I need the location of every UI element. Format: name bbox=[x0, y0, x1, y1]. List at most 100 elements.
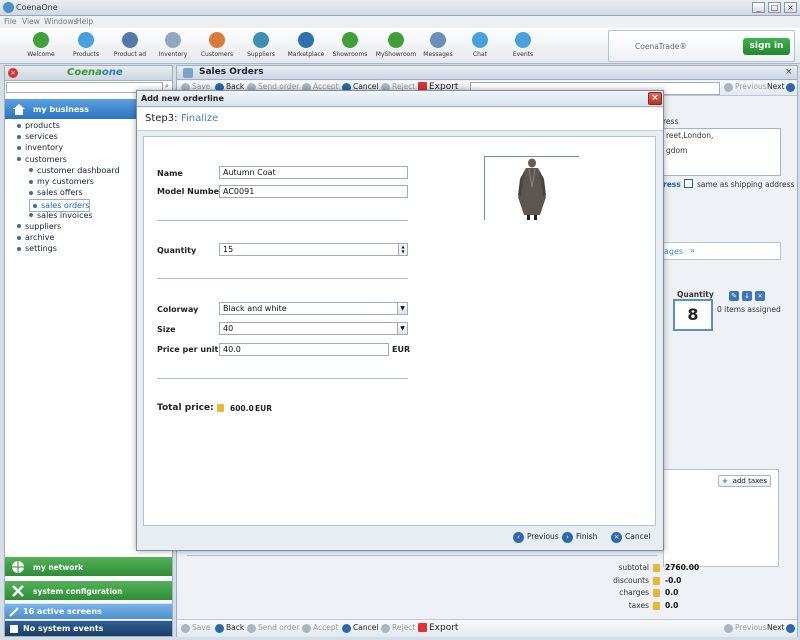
chat-icon bbox=[472, 32, 488, 48]
next-button[interactable]: Next bbox=[767, 82, 797, 94]
previous-button[interactable]: Previous bbox=[724, 82, 767, 94]
tree-item-label: archive bbox=[25, 233, 55, 242]
minimize-button[interactable]: _ bbox=[752, 2, 765, 13]
tab-more-icon[interactable]: » bbox=[690, 246, 695, 255]
next-button-bottom[interactable]: Next bbox=[767, 623, 797, 635]
toolbar-chat-button[interactable]: Chat bbox=[457, 28, 503, 64]
model-number-field[interactable]: AC0091 bbox=[219, 185, 408, 198]
app-icon bbox=[3, 2, 14, 13]
sales-orders-icon bbox=[183, 68, 193, 78]
name-field[interactable]: Autumn Coat bbox=[219, 166, 408, 179]
toolbar-welcome-button[interactable]: Welcome bbox=[18, 28, 64, 64]
finish-button[interactable]: › Finish bbox=[562, 529, 597, 544]
tree-item-sales-invoices[interactable]: sales invoices bbox=[29, 211, 93, 220]
system-events-bar[interactable]: No system events bbox=[5, 620, 172, 636]
toolbar-showrooms-button[interactable]: Showrooms bbox=[327, 28, 373, 64]
quantity-stepper[interactable]: 15 ▲ ▼ bbox=[219, 243, 408, 256]
menu-windows[interactable]: Windows bbox=[44, 17, 77, 26]
system-configuration-button[interactable]: system configuration bbox=[5, 580, 172, 600]
toolbar-customers-button[interactable]: Customers bbox=[194, 28, 240, 64]
tree-item-customers[interactable]: customers bbox=[17, 155, 67, 164]
globe-icon bbox=[12, 561, 24, 573]
next-icon bbox=[786, 623, 796, 633]
pdf-icon bbox=[418, 623, 427, 632]
previous-button-bottom[interactable]: Previous bbox=[724, 623, 767, 635]
coins-icon bbox=[217, 404, 224, 412]
toolbar-myshowroom-button[interactable]: MyShowroom bbox=[373, 28, 419, 64]
tree-item-services[interactable]: services bbox=[17, 132, 58, 141]
screens-icon bbox=[9, 607, 19, 617]
sign-in-button[interactable]: sign in bbox=[743, 38, 790, 55]
tree-item-suppliers[interactable]: suppliers bbox=[17, 222, 61, 231]
export-button-bottom[interactable]: Export bbox=[418, 623, 458, 635]
tree-item-sales-offers[interactable]: sales offers bbox=[29, 188, 83, 197]
tree-item-archive[interactable]: archive bbox=[17, 233, 54, 242]
spinner-arrows-icon[interactable]: ▲ ▼ bbox=[398, 244, 407, 255]
dialog-close-button[interactable]: × bbox=[648, 92, 662, 105]
tree-item-inventory[interactable]: inventory bbox=[17, 143, 63, 152]
colorway-select[interactable]: Black and white ▼ bbox=[219, 302, 408, 315]
toolbar-label: Marketplace bbox=[287, 51, 325, 58]
price-per-unit-field[interactable]: 40.0 bbox=[219, 343, 389, 356]
total-price-label: Total price: bbox=[157, 403, 214, 413]
toolbar-product-ad-button[interactable]: Product ad bbox=[107, 28, 153, 64]
save-button-bottom[interactable]: Save bbox=[181, 623, 210, 635]
events-status-icon bbox=[10, 625, 18, 633]
same-shipping-checkbox[interactable] bbox=[684, 179, 693, 188]
my-business-label: my business bbox=[33, 105, 89, 114]
toolbar-suppliers-button[interactable]: Suppliers bbox=[238, 28, 284, 64]
bullet-icon bbox=[33, 203, 37, 208]
menu-help[interactable]: Help bbox=[76, 17, 93, 26]
move-down-icon[interactable]: ↓ bbox=[742, 291, 752, 301]
dialog-previous-button[interactable]: ‹ Previous bbox=[513, 529, 559, 544]
system-configuration-label: system configuration bbox=[33, 587, 123, 596]
chevron-down-icon: ▼ bbox=[397, 303, 407, 314]
active-screens-bar[interactable]: 16 active screens bbox=[5, 603, 172, 619]
toolbar-products-button[interactable]: Products bbox=[63, 28, 109, 64]
back-button-bottom[interactable]: Back bbox=[215, 623, 244, 635]
tab-packages[interactable]: ages bbox=[664, 247, 683, 256]
cancel-button-bottom[interactable]: Cancel bbox=[342, 623, 378, 635]
coins-icon bbox=[653, 564, 660, 572]
tree-item-settings[interactable]: settings bbox=[17, 244, 57, 253]
accept-button-bottom[interactable]: Accept bbox=[302, 623, 339, 635]
close-panel-icon[interactable]: × bbox=[785, 67, 793, 77]
tree-item-label: settings bbox=[25, 244, 57, 254]
step-name: Finalize bbox=[181, 113, 219, 124]
address-box[interactable]: reet,London, gdom bbox=[663, 128, 781, 176]
reject-button-bottom[interactable]: Reject bbox=[381, 623, 415, 635]
edit-icon[interactable]: ✎ bbox=[729, 291, 739, 301]
toolbar-events-button[interactable]: Events bbox=[500, 28, 546, 64]
menu-file[interactable]: File bbox=[4, 17, 17, 26]
dialog-cancel-button[interactable]: × Cancel bbox=[611, 529, 650, 544]
tree-item-my-customers[interactable]: my customers bbox=[29, 177, 94, 186]
tree-item-customer-dashboard[interactable]: customer dashboard bbox=[29, 166, 120, 175]
cancel-icon bbox=[342, 623, 351, 633]
add-orderline-dialog: Add new orderline × Step3: Finalize Name… bbox=[136, 90, 664, 551]
my-network-button[interactable]: my network bbox=[5, 556, 172, 576]
tree-item-label: customers bbox=[25, 154, 67, 164]
window-title: CoenaOne bbox=[16, 3, 58, 12]
size-select[interactable]: 40 ▼ bbox=[219, 322, 408, 335]
quantity-label: Quantity bbox=[677, 290, 714, 299]
summary-label: subtotal bbox=[618, 563, 649, 572]
toolbar-messages-button[interactable]: Messages bbox=[415, 28, 461, 64]
logo-text-b: one bbox=[101, 67, 123, 78]
delete-icon[interactable]: × bbox=[755, 291, 765, 301]
toolbar-marketplace-button[interactable]: Marketplace bbox=[283, 28, 329, 64]
address-line-2: gdom bbox=[666, 146, 688, 155]
collapse-icon[interactable]: × bbox=[8, 68, 18, 78]
add-taxes-button[interactable]: + add taxes bbox=[718, 475, 771, 487]
tree-item-products[interactable]: products bbox=[17, 121, 60, 130]
toolbar-label: Showrooms bbox=[332, 51, 368, 58]
events-icon bbox=[515, 32, 531, 48]
toolbar-label: Suppliers bbox=[247, 51, 275, 58]
next-label: Next bbox=[767, 623, 785, 632]
marketplace-icon bbox=[298, 32, 314, 48]
maximize-button[interactable]: □ bbox=[768, 2, 781, 13]
close-window-button[interactable]: × bbox=[784, 2, 797, 13]
coins-icon bbox=[653, 589, 660, 597]
menu-view[interactable]: View bbox=[22, 17, 40, 26]
send-order-button-bottom[interactable]: Send order bbox=[247, 623, 299, 635]
toolbar-inventory-button[interactable]: Inventory bbox=[150, 28, 196, 64]
